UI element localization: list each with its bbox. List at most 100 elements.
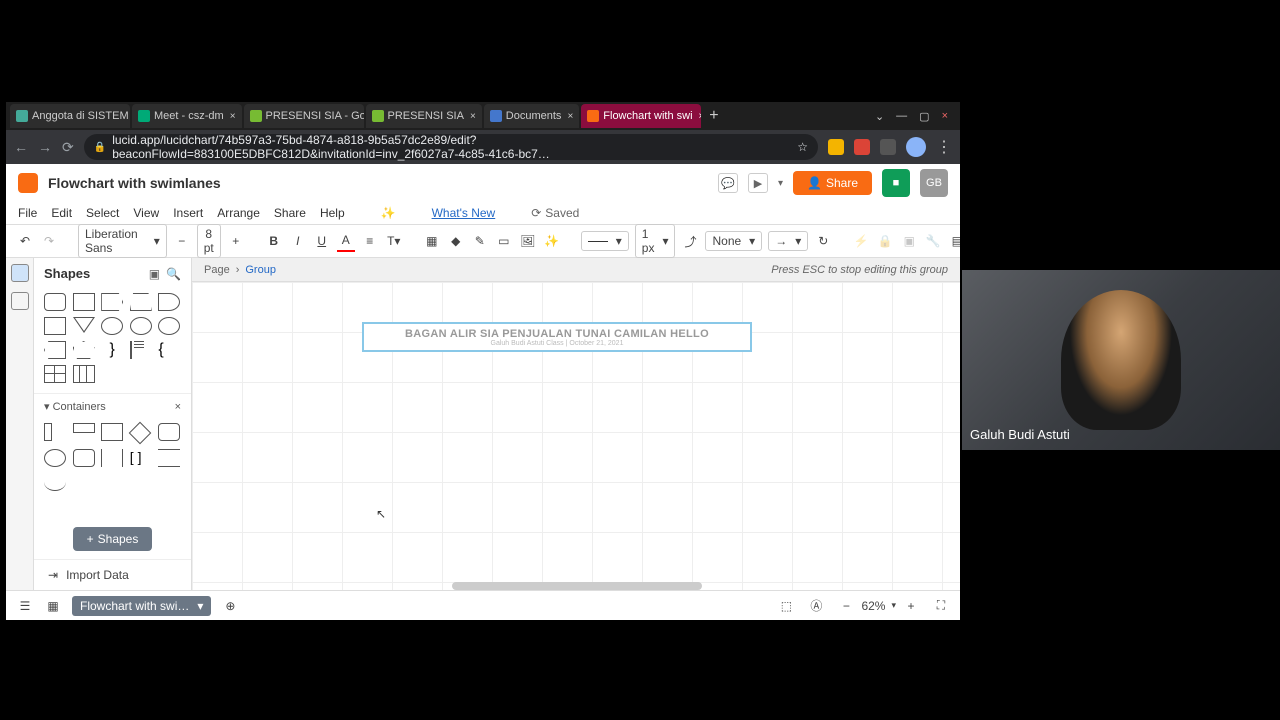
close-icon[interactable]: × <box>699 111 702 122</box>
fill-color-icon[interactable]: ◆ <box>447 230 465 252</box>
text-options-icon[interactable]: T▾ <box>385 230 403 252</box>
container-shape[interactable] <box>73 449 95 467</box>
increase-size-button[interactable]: + <box>227 230 245 252</box>
minimize-icon[interactable]: — <box>896 110 907 123</box>
shape-note[interactable] <box>130 341 152 359</box>
shape-options-icon[interactable]: ▭ <box>495 230 513 252</box>
container-shape[interactable] <box>128 422 151 445</box>
font-size-input[interactable]: 8 pt <box>197 224 221 258</box>
menu-icon[interactable]: ⋮ <box>936 137 952 157</box>
line-end-left-select[interactable]: None▾ <box>705 231 762 251</box>
font-select[interactable]: Liberation Sans▾ <box>78 224 167 258</box>
italic-icon[interactable]: I <box>289 230 307 252</box>
flip-icon[interactable]: ↻ <box>814 230 832 252</box>
containers-section[interactable]: ▾ Containers × <box>34 393 191 419</box>
container-shape[interactable] <box>101 423 123 441</box>
shape-triangle[interactable] <box>73 317 95 333</box>
address-bar[interactable]: 🔒 lucid.app/lucidchart/74b597a3-75bd-487… <box>84 134 818 160</box>
container-bracket[interactable]: [ ] <box>130 449 152 467</box>
container-shape[interactable] <box>158 423 180 441</box>
add-page-button[interactable]: ⊕ <box>221 595 239 617</box>
browser-tab[interactable]: PRESENSI SIA× <box>366 104 482 128</box>
redo-icon[interactable]: ↷ <box>40 230 58 252</box>
shape-or[interactable] <box>158 317 180 335</box>
browser-tab-active[interactable]: Flowchart with swi× <box>581 104 701 128</box>
underline-icon[interactable]: U <box>313 230 331 252</box>
back-icon[interactable]: ← <box>14 139 28 155</box>
list-view-icon[interactable]: ☰ <box>16 595 34 617</box>
fill-icon[interactable]: ▦ <box>423 230 441 252</box>
lucid-logo-icon[interactable] <box>18 173 38 193</box>
add-shapes-button[interactable]: + Shapes <box>73 527 153 551</box>
accessibility-icon[interactable]: Ⓐ <box>807 595 825 617</box>
reload-icon[interactable]: ⟳ <box>62 139 74 156</box>
import-data-button[interactable]: ⇥Import Data <box>34 559 191 590</box>
lock-icon[interactable]: 🔒 <box>876 230 894 252</box>
shape-swimlane[interactable] <box>73 365 95 383</box>
shape-pentagon[interactable] <box>73 341 95 359</box>
shape-circle[interactable] <box>101 317 123 335</box>
container-shape[interactable] <box>158 449 180 467</box>
menu-file[interactable]: File <box>18 206 37 220</box>
browser-tab[interactable]: Anggota di SISTEM× <box>10 104 130 128</box>
close-icon[interactable]: × <box>567 111 573 122</box>
maximize-icon[interactable]: ▢ <box>919 110 929 123</box>
container-shape[interactable] <box>73 423 95 433</box>
magic-icon[interactable]: ✨ <box>543 230 561 252</box>
collaborator-icon[interactable]: ■ <box>882 169 910 197</box>
shape-process[interactable] <box>44 317 66 335</box>
zoom-level[interactable]: 62% <box>861 599 885 613</box>
image-icon[interactable]: 🖼 <box>519 230 537 252</box>
menu-view[interactable]: View <box>133 206 159 220</box>
line-width-select[interactable]: 1 px▾ <box>635 224 676 258</box>
forward-icon[interactable]: → <box>38 139 52 155</box>
browser-tab[interactable]: Meet - csz-dm× <box>132 104 242 128</box>
align-icon[interactable]: ≡ <box>361 230 379 252</box>
title-block[interactable]: BAGAN ALIR SIA PENJUALAN TUNAI CAMILAN H… <box>362 322 752 352</box>
extension-icon[interactable] <box>854 139 870 155</box>
extension-icon[interactable] <box>880 139 896 155</box>
chevron-down-icon[interactable]: ▾ <box>891 600 896 611</box>
line-color-icon[interactable]: ✎ <box>471 230 489 252</box>
zoom-in-button[interactable]: + <box>902 595 920 617</box>
close-icon[interactable]: × <box>175 401 181 413</box>
whats-new-link[interactable]: What's New <box>432 206 496 220</box>
line-end-right-select[interactable]: →▾ <box>768 231 808 251</box>
share-button[interactable]: 👤 Share <box>793 171 872 195</box>
lightning-icon[interactable]: ⚡ <box>852 230 870 252</box>
menu-edit[interactable]: Edit <box>51 206 72 220</box>
close-icon[interactable]: × <box>230 111 236 122</box>
container-shape[interactable] <box>44 423 52 441</box>
document-title[interactable]: Flowchart with swimlanes <box>48 175 221 191</box>
grid-view-icon[interactable]: ▦ <box>44 595 62 617</box>
wrench-icon[interactable]: 🔧 <box>924 230 942 252</box>
sparkle-icon[interactable]: ✨ <box>381 206 396 220</box>
zoom-out-button[interactable]: − <box>837 595 855 617</box>
present-icon[interactable]: ▶ <box>748 173 768 193</box>
browser-tab[interactable]: Documents× <box>484 104 579 128</box>
menu-arrange[interactable]: Arrange <box>217 206 260 220</box>
canvas[interactable]: BAGAN ALIR SIA PENJUALAN TUNAI CAMILAN H… <box>192 282 960 590</box>
crumb-page[interactable]: Page <box>204 264 230 276</box>
extension-icon[interactable] <box>828 139 844 155</box>
fullscreen-icon[interactable]: ⛶ <box>932 595 950 617</box>
container-shape[interactable] <box>101 449 123 467</box>
star-icon[interactable]: ☆ <box>797 140 808 154</box>
bold-icon[interactable]: B <box>265 230 283 252</box>
panel-toggle-icon[interactable]: ▤ <box>948 230 960 252</box>
shape-display[interactable] <box>44 341 66 359</box>
shape-rect[interactable] <box>73 293 95 311</box>
shape-trapezoid[interactable] <box>130 293 152 311</box>
profile-avatar[interactable] <box>906 137 926 157</box>
user-avatar[interactable]: GB <box>920 169 948 197</box>
new-tab-button[interactable]: + <box>703 107 724 125</box>
horizontal-scrollbar[interactable] <box>452 582 702 590</box>
chevron-down-icon[interactable]: ⌄ <box>875 110 884 123</box>
line-style-select[interactable]: ▾ <box>581 231 629 251</box>
shape-delay[interactable] <box>158 293 180 311</box>
decrease-size-button[interactable]: − <box>173 230 191 252</box>
menu-insert[interactable]: Insert <box>173 206 203 220</box>
menu-select[interactable]: Select <box>86 206 119 220</box>
menu-share[interactable]: Share <box>274 206 306 220</box>
page-selector[interactable]: Flowchart with swi…▾ <box>72 596 211 616</box>
